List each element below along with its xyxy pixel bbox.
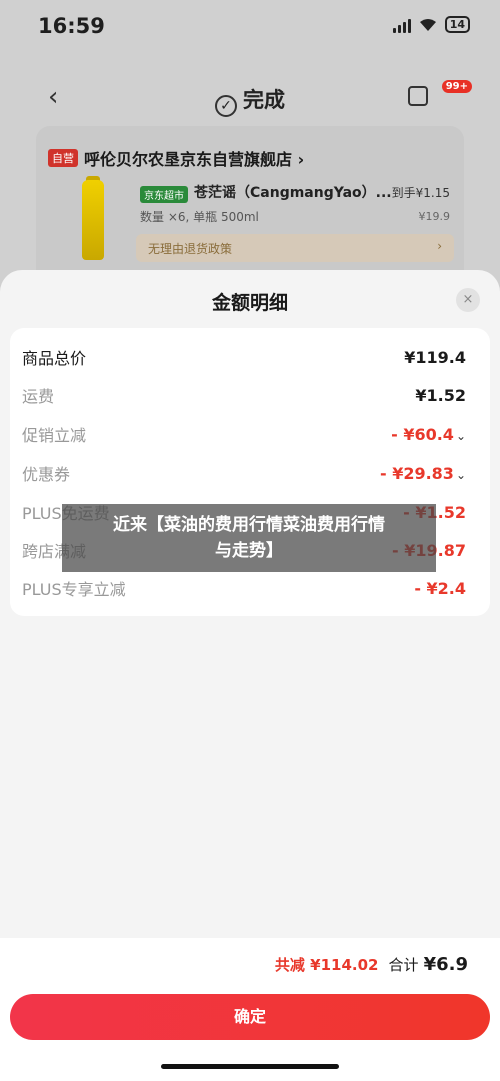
self-operated-tag: 自营 (48, 149, 78, 167)
watermark-line-1: 近来【菜油的费用行情菜油费用行情 (113, 515, 385, 535)
product-title[interactable]: 苍茫谣（CangmangYao）... (194, 182, 392, 202)
row-value-group: - ¥29.83 ⌄ (380, 464, 466, 483)
return-policy-text: 无理由退货政策 (148, 242, 233, 256)
return-policy-bar[interactable]: 无理由退货政策 › (136, 234, 454, 262)
total-group: 合计 ¥6.9 (388, 954, 468, 975)
row-value: - ¥60.4 (391, 424, 454, 444)
row-value: ¥1.52 (415, 385, 466, 405)
message-badge: 99+ (441, 80, 472, 93)
total-label: 合计 (388, 956, 419, 974)
total-discount: 共减 ¥114.02 (274, 956, 379, 974)
store-row[interactable]: 自营 呼伦贝尔农垦京东自营旗舰店 › (48, 146, 304, 170)
chevron-down-icon: ⌄ (455, 428, 466, 443)
row-label: 优惠券 (22, 465, 71, 484)
close-icon[interactable]: × (456, 288, 480, 312)
row-value-group: - ¥60.4 ⌄ (391, 425, 466, 444)
product-image[interactable] (56, 176, 136, 262)
totals: 共减 ¥114.02 合计 ¥6.9 (275, 954, 468, 975)
store-name[interactable]: 呼伦贝尔农垦京东自营旗舰店 › (84, 146, 304, 170)
battery-icon: 14 (444, 16, 470, 33)
row-label: 运费 (22, 387, 55, 406)
status-time: 16:59 (38, 14, 105, 38)
watermark-line-2: 与走势】 (215, 541, 283, 561)
row-label: 促销立减 (22, 426, 87, 445)
status-icons: 14 (392, 16, 470, 33)
amount-row[interactable]: 优惠券 - ¥29.83 ⌄ (10, 454, 490, 492)
page-title-text: 完成 (243, 88, 285, 112)
row-value: ¥119.4 (404, 347, 466, 367)
sheet-title: 金额明细 (211, 292, 288, 314)
amount-row: 商品总价 ¥119.4 (10, 338, 490, 376)
wifi-icon (419, 18, 436, 31)
status-bar: 16:59 14 (0, 0, 500, 50)
chevron-down-icon: ⌄ (455, 467, 466, 482)
amount-row: PLUS专享立减 - ¥2.4 (10, 569, 490, 607)
row-value: - ¥29.83 (379, 463, 454, 483)
bottle-shape (82, 180, 104, 260)
bottom-bar: 共减 ¥114.02 合计 ¥6.9 确定 (0, 938, 500, 1081)
amount-detail-card: 商品总价 ¥119.4 运费 ¥1.52 促销立减 - ¥60.4 ⌄ 优惠券 -… (10, 328, 490, 616)
total-value: ¥6.9 (423, 954, 468, 975)
amount-row[interactable]: 促销立减 - ¥60.4 ⌄ (10, 415, 490, 453)
product-final-price: 到手¥1.15 (391, 186, 450, 200)
order-detail-screen: 16:59 14 ‹ ✓ 完成 99+ 自营 呼伦贝尔农垦京东自营旗舰店 › 京东 (0, 0, 500, 1081)
share-icon[interactable] (408, 86, 428, 106)
jd-supermarket-tag: 京东超市 (140, 186, 188, 203)
chevron-right-icon: › (437, 239, 442, 253)
row-label: PLUS专享立减 (22, 580, 126, 599)
product-original-price: ¥19.9 (418, 210, 451, 223)
product-meta: 数量 ×6, 单瓶 500ml (140, 210, 259, 224)
confirm-button[interactable]: 确定 (10, 994, 490, 1040)
signal-icon (392, 17, 411, 33)
row-label: 商品总价 (22, 349, 87, 368)
row-value: - ¥2.4 (414, 578, 466, 598)
amount-row: 运费 ¥1.52 (10, 376, 490, 414)
home-indicator[interactable] (161, 1064, 339, 1069)
check-circle-icon: ✓ (215, 95, 237, 117)
page-header: ‹ ✓ 完成 99+ (0, 70, 500, 126)
watermark-overlay: 近来【菜油的费用行情菜油费用行情 与走势】 (62, 504, 436, 572)
